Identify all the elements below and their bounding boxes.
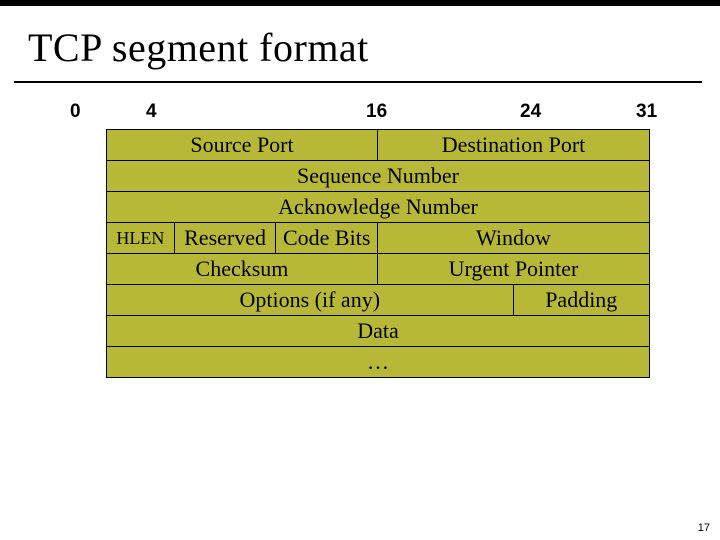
table-row: Source Port Destination Port <box>107 130 649 161</box>
table-row: Checksum Urgent Pointer <box>107 254 649 285</box>
field-source-port: Source Port <box>107 130 378 160</box>
field-hlen: HLEN <box>107 223 175 253</box>
table-row: Data <box>107 316 649 347</box>
table-row: … <box>107 347 649 377</box>
bit-label-31: 31 <box>636 101 657 123</box>
field-destination-port: Destination Port <box>378 130 649 160</box>
bit-label-16: 16 <box>366 101 520 123</box>
page-number: 17 <box>698 522 710 534</box>
title-underline <box>14 81 702 83</box>
diagram-area: 0 4 16 24 31 Source Port Destination Por… <box>36 101 684 378</box>
field-options: Options (if any) <box>107 285 514 315</box>
table-row: HLEN Reserved Code Bits Window <box>107 223 649 254</box>
field-padding: Padding <box>514 285 650 315</box>
table-row: Options (if any) Padding <box>107 285 649 316</box>
table-row: Sequence Number <box>107 161 649 192</box>
table-row: Acknowledge Number <box>107 192 649 223</box>
tcp-segment-table: Source Port Destination Port Sequence Nu… <box>106 129 650 378</box>
bit-label-0: 0 <box>70 101 146 123</box>
bit-label-24: 24 <box>520 101 636 123</box>
bit-scale-row: 0 4 16 24 31 <box>70 101 680 129</box>
field-checksum: Checksum <box>107 254 378 284</box>
field-window: Window <box>378 223 649 253</box>
field-reserved: Reserved <box>175 223 277 253</box>
field-data: Data <box>107 316 649 346</box>
slide: TCP segment format 0 4 16 24 31 Source P… <box>0 0 720 540</box>
field-code-bits: Code Bits <box>276 223 378 253</box>
field-acknowledge-number: Acknowledge Number <box>107 192 649 222</box>
bit-label-4: 4 <box>146 101 366 123</box>
field-urgent-pointer: Urgent Pointer <box>378 254 649 284</box>
field-ellipsis: … <box>107 347 649 377</box>
field-sequence-number: Sequence Number <box>107 161 649 191</box>
slide-title: TCP segment format <box>0 6 720 79</box>
